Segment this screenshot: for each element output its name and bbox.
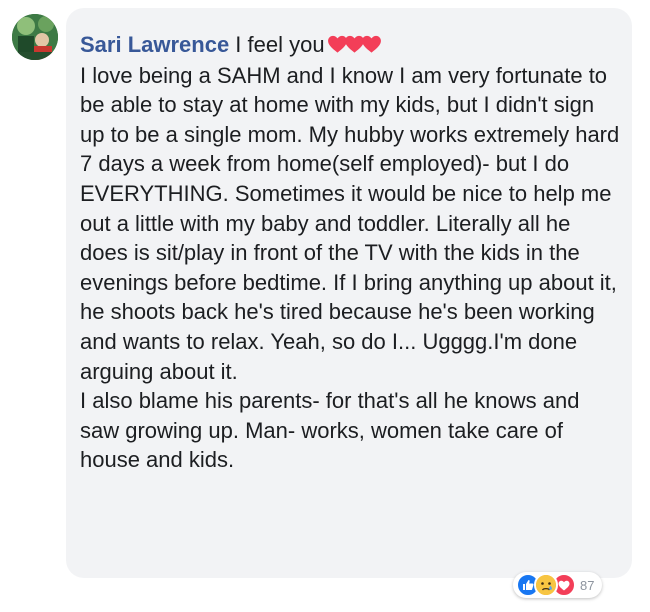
heart-emojis (327, 31, 381, 61)
comment-inline-text: I feel you (229, 32, 325, 57)
comment-body: I love being a SAHM and I know I am very… (80, 62, 620, 473)
comment-bubble: Sari Lawrence I feel you I love being a … (66, 8, 632, 578)
reaction-count: 87 (580, 577, 595, 593)
sad-icon (534, 573, 558, 597)
author-name[interactable]: Sari Lawrence (80, 32, 229, 57)
heart-icon (361, 35, 381, 53)
comment-text: Sari Lawrence I feel you I love being a … (80, 30, 620, 475)
reactions-summary[interactable]: 87 (513, 572, 603, 598)
avatar[interactable] (12, 14, 58, 60)
